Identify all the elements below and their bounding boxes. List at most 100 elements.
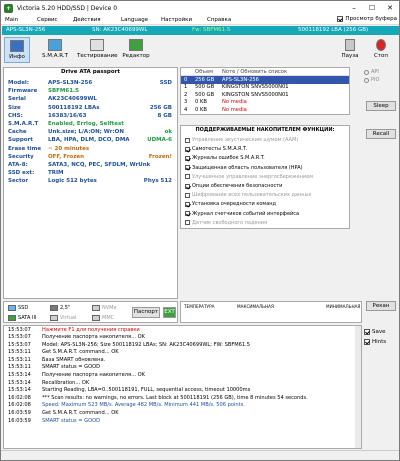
tab-editor-label: Редактор <box>122 53 150 59</box>
clipboard-checkbox[interactable] <box>337 16 344 22</box>
drive-row[interactable]: 0 256 GB APS-SL3N-256 <box>181 76 349 84</box>
passport-row: SSD ext: TRIM <box>8 170 176 178</box>
pio-radio-label: PIO <box>371 77 380 83</box>
sata-swatch <box>8 315 16 321</box>
feature-item: Датчик свободного падения <box>185 219 267 227</box>
drive-index: 3 <box>184 99 188 105</box>
pio-radio-circle[interactable] <box>364 77 369 83</box>
window-title: Victoria 5.20 HDD/SSD | Device 0 <box>17 4 118 12</box>
close-button[interactable]: ✕ <box>381 1 399 15</box>
drive-name: KINGSTON SNVS5000N01 <box>222 84 289 90</box>
menu-actions[interactable]: Действия <box>73 17 101 23</box>
passport-extra: Frozen! <box>148 153 172 160</box>
rescan-button[interactable]: Рекан <box>366 301 396 311</box>
drive-row[interactable]: 1 500 GB KINGSTON SNVS5000N01 <box>181 84 349 92</box>
menu-help[interactable]: Справка <box>207 17 231 23</box>
passport-extra: 8 GB <box>157 112 172 119</box>
hints-checkbox[interactable] <box>364 339 370 345</box>
stop-label: Стоп <box>373 53 388 59</box>
header-size[interactable]: Объем <box>195 69 213 75</box>
passport-button[interactable]: Паспорт <box>132 307 160 318</box>
drive-row[interactable]: 2 500 GB KINGSTON SNVS5000N01 <box>181 91 349 99</box>
passport-row: Size 500118192 LBAs 256 GB <box>8 105 176 113</box>
menu-service[interactable]: Сервис <box>37 17 58 23</box>
drive-size: 0 KB <box>195 99 207 105</box>
log-time: 15:53:07 <box>8 326 31 333</box>
temp-current-label: ТЕМПЕРАТУРА <box>184 304 215 309</box>
stop-button[interactable]: Стоп <box>368 37 394 63</box>
feature-label: Журналы ошибок S.M.A.R.T. <box>192 155 265 162</box>
toolbar: Инфо S.M.A.R.T Тестирование Редактор Пау… <box>1 36 399 64</box>
tab-editor[interactable]: Редактор <box>119 37 153 63</box>
passport-key: Security <box>8 153 34 160</box>
save-checkbox[interactable] <box>364 329 370 335</box>
menu-language[interactable]: Language <box>121 17 148 23</box>
log-line: 15:53:07 Получение паспорта накопителя...… <box>4 334 361 342</box>
maximize-button[interactable]: ☐ <box>363 1 381 15</box>
passport-extra: ok <box>164 129 172 136</box>
api-radio-circle[interactable] <box>364 69 369 75</box>
temperature-panel: ТЕМПЕРАТУРА МАКСИМАЛЬНАЯ МИНИМАЛЬНАЯ <box>180 301 362 323</box>
stop-icon <box>376 39 386 51</box>
drive-row[interactable]: 3 0 KB No media <box>181 99 349 107</box>
passport-row: Cache Unk.size; L/A:ON; Wr:ON ok <box>8 129 176 137</box>
menu-main[interactable]: Main <box>5 17 18 23</box>
log-line: 15:53:11 SMART status = GOOD <box>4 364 361 372</box>
log-line: 15:53:14 Starting Reading, LBA=0..5001181… <box>4 387 361 395</box>
header-refresh[interactable]: Noте / Обновить список <box>222 69 287 75</box>
passport-extra: SSD <box>159 80 172 86</box>
api-radio[interactable]: API <box>364 69 379 75</box>
log-message: Get S.M.A.R.T. command... OK <box>42 410 119 417</box>
pio-radio[interactable]: PIO <box>364 77 379 83</box>
passport-value: Enabled, Errlog, Selftest <box>48 121 124 127</box>
feature-label: Опции обеспечения безопасности <box>192 183 283 189</box>
feature-checkbox <box>185 192 190 198</box>
passport-value: APS-SL3N-256 <box>48 80 93 86</box>
clipboard-toggle[interactable]: Просмотр буфера <box>337 16 397 22</box>
menu-settings[interactable]: Настройки <box>161 17 192 23</box>
log-message: Model: APS-SL3N-256; Size 500118192 LBAs… <box>42 341 250 348</box>
log-time: 15:53:14 <box>8 387 31 394</box>
feature-checkbox <box>185 146 190 152</box>
pause-button[interactable]: Пауза <box>338 37 362 63</box>
tab-info[interactable]: Инфо <box>4 37 30 63</box>
passport-row: Firmware SBFM61.5 <box>8 88 176 96</box>
legend-25-label: 2,5" <box>60 305 71 311</box>
passport-extra: UDMA-6 <box>147 137 172 144</box>
log-message: Speed: Maximum 523 MB/s. Average 482 MB/… <box>42 402 245 409</box>
tab-testing[interactable]: Тестирование <box>77 37 118 63</box>
recall-button[interactable]: Recall <box>366 129 396 139</box>
log-line: 15:53:14 Recalibration... OK <box>4 379 361 387</box>
legend-panel: SSD 2,5" NVMe SATA III Virtual MMC Паспо… <box>3 301 178 323</box>
app-icon: + <box>4 3 13 13</box>
log-time: 15:53:14 <box>8 379 31 386</box>
drive-list-header: Объем Noте / Обновить список <box>181 68 349 76</box>
log-scrollbar[interactable] <box>355 326 361 448</box>
hints-toggle[interactable]: Hints <box>364 339 386 345</box>
tab-smart[interactable]: S.M.A.R.T <box>37 37 73 63</box>
drive-row[interactable]: 4 0 KB No media <box>181 106 349 114</box>
sleep-button[interactable]: Sleep <box>366 101 396 111</box>
ext-button[interactable]: EXT <box>163 307 176 318</box>
ssd-swatch <box>8 305 16 311</box>
clipboard-label: Просмотр буфера <box>345 16 397 22</box>
passport-value: SATA3, NCQ, PEC, SFDLM, WrUnk <box>48 162 151 168</box>
save-toggle[interactable]: Save <box>364 329 386 335</box>
legend-ssd: SSD <box>8 305 28 311</box>
passport-value: Logic 512 bytes <box>48 178 97 185</box>
log-message: Получение паспорта накопителя... OK <box>42 334 145 341</box>
app-window: + Victoria 5.20 HDD/SSD | Device 0 – ☐ ✕… <box>0 0 400 461</box>
log-line: 16:02:08 *** Scan results: no warnings, n… <box>4 394 361 402</box>
passport-value: OFF, Frozen <box>48 153 85 160</box>
passport-extra: Phys 512 <box>143 178 172 185</box>
drive-row[interactable]: 5 0 KB No media <box>181 114 349 115</box>
minimize-button[interactable]: – <box>345 1 363 15</box>
passport-key: Serial <box>8 96 26 103</box>
feature-label: Самотесты S.M.A.R.T. <box>192 146 248 153</box>
drive-name: No media <box>222 106 247 113</box>
log-time: 16:02:08 <box>8 394 31 401</box>
feature-item: Защищенная область пользователя (HPA) <box>185 164 303 172</box>
menu-bar: Main Сервис Действия Language Настройки … <box>1 15 399 25</box>
passport-key: S.M.A.R.T <box>8 121 39 127</box>
feature-item: Управление акустическим шумом (AAM) <box>185 136 298 144</box>
